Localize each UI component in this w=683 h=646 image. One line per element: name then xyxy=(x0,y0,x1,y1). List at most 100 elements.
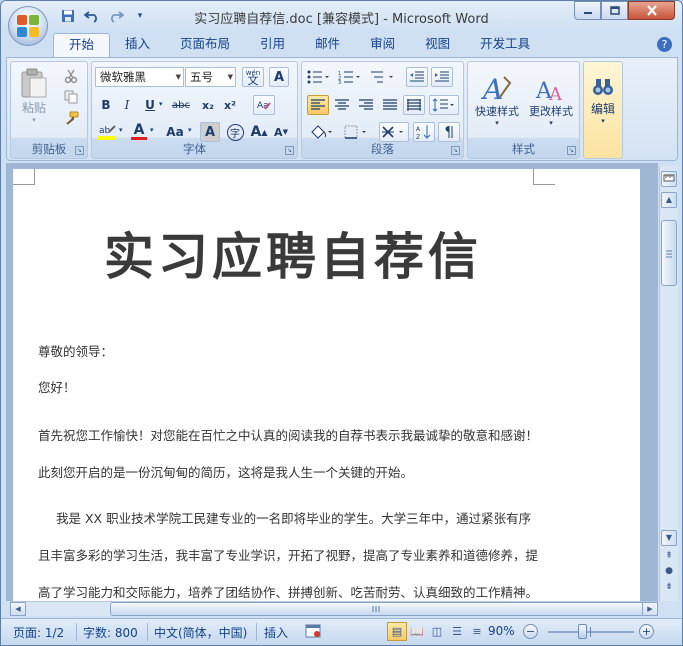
paragraph-salutation: 尊敬的领导： xyxy=(38,344,114,359)
minimize-icon[interactable] xyxy=(574,1,601,20)
tab-page-layout[interactable]: 页面布局 xyxy=(165,33,245,57)
strikethrough-button[interactable]: abc xyxy=(168,96,194,114)
paragraph-body: 首先祝您工作愉快！对您能在百忙之中认真的阅读我的自荐书表示我最诚挚的敬意和感谢！ xyxy=(38,428,539,443)
paragraph-body: 且丰富多彩的学习生活，我丰富了专业学识，开拓了视野，提高了专业素养和道德修养，提 xyxy=(38,548,539,563)
help-icon[interactable]: ? xyxy=(657,37,672,52)
styles-launcher-icon[interactable]: ↘ xyxy=(567,146,576,155)
bullets-icon[interactable] xyxy=(305,67,333,87)
scroll-left-icon[interactable]: ◀ xyxy=(10,602,26,616)
show-marks-icon[interactable] xyxy=(438,122,460,142)
next-page-icon[interactable]: ⇟ xyxy=(661,580,677,596)
subscript-button[interactable]: x₂ xyxy=(198,96,218,114)
align-left-icon[interactable] xyxy=(307,95,329,115)
chinese-layout-icon[interactable] xyxy=(379,122,409,142)
zoom-in-button[interactable]: + xyxy=(639,624,654,639)
print-layout-icon[interactable]: ▤ xyxy=(387,622,407,641)
paragraph-body: 高了学习能力和交际能力，培养了团结协作、拼搏创新、吃苦耐劳、认真细致的工作精神。 xyxy=(38,585,539,600)
highlight-icon[interactable]: ab xyxy=(97,122,119,142)
shading-icon[interactable] xyxy=(307,122,337,142)
tab-mailings[interactable]: 邮件 xyxy=(300,33,355,57)
web-layout-icon[interactable]: ◫ xyxy=(427,622,447,641)
window-controls xyxy=(574,1,675,20)
tab-developer[interactable]: 开发工具 xyxy=(465,33,545,57)
select-browse-object-icon[interactable]: ● xyxy=(661,564,677,580)
chevron-down-icon[interactable]: ▾ xyxy=(119,126,123,134)
clipboard-launcher-icon[interactable]: ↘ xyxy=(75,146,84,155)
document-area: 实习应聘自荐信 尊敬的领导： 您好！ 首先祝您工作愉快！对您能在百忙之中认真的阅… xyxy=(6,163,658,601)
chevron-down-icon[interactable]: ▾ xyxy=(159,100,163,108)
char-shading-button[interactable]: A xyxy=(200,122,220,142)
office-button[interactable] xyxy=(8,6,48,46)
change-case-button[interactable]: Aa xyxy=(162,122,188,142)
tab-review[interactable]: 审阅 xyxy=(355,33,410,57)
scroll-up-icon[interactable]: ▲ xyxy=(661,192,677,208)
tab-references[interactable]: 引用 xyxy=(245,33,300,57)
ruler-toggle-icon[interactable] xyxy=(661,171,677,187)
borders-icon[interactable] xyxy=(341,122,371,142)
zoom-level[interactable]: 90% xyxy=(488,624,515,638)
tab-view[interactable]: 视图 xyxy=(410,33,465,57)
draft-view-icon[interactable]: ≡ xyxy=(467,622,487,641)
superscript-button[interactable]: x² xyxy=(220,96,240,114)
editing-button[interactable]: 编辑 ▾ xyxy=(586,65,620,137)
full-screen-reading-icon[interactable]: 📖 xyxy=(407,622,427,641)
format-painter-icon[interactable] xyxy=(61,109,81,127)
document-page[interactable]: 实习应聘自荐信 尊敬的领导： 您好！ 首先祝您工作愉快！对您能在百忙之中认真的阅… xyxy=(13,169,640,601)
tab-insert[interactable]: 插入 xyxy=(110,33,165,57)
enclose-chars-button[interactable]: 字 xyxy=(225,122,245,142)
copy-icon[interactable] xyxy=(61,88,81,106)
word-count[interactable]: 字数: 800 xyxy=(83,624,138,641)
chevron-down-icon[interactable]: ▾ xyxy=(150,126,154,134)
italic-button[interactable]: I xyxy=(118,96,136,114)
font-name-combo[interactable]: 微软雅黑 ▼ xyxy=(95,67,184,87)
align-center-icon[interactable] xyxy=(331,95,353,115)
insert-mode[interactable]: 插入 xyxy=(264,624,288,641)
close-icon[interactable] xyxy=(628,1,675,20)
editing-label: 编辑 xyxy=(590,102,615,116)
paragraph-launcher-icon[interactable]: ↘ xyxy=(451,146,460,155)
chevron-down-icon[interactable]: ▾ xyxy=(188,126,192,134)
macro-record-icon[interactable] xyxy=(305,624,321,642)
cut-icon[interactable] xyxy=(61,67,81,85)
multilevel-list-icon[interactable] xyxy=(368,67,398,87)
shrink-font-button[interactable]: A ▼ xyxy=(271,122,291,142)
paste-label: 粘贴 xyxy=(21,100,46,115)
paste-button[interactable]: 粘贴 ▾ xyxy=(15,65,53,125)
grow-font-button[interactable]: A ▲ xyxy=(249,122,269,142)
numbering-icon[interactable]: 123 xyxy=(336,67,364,87)
justify-icon[interactable] xyxy=(379,95,401,115)
outline-view-icon[interactable]: ☰ xyxy=(447,622,467,641)
zoom-slider-thumb[interactable] xyxy=(578,624,587,639)
quick-styles-button[interactable]: A 快速样式 ▾ xyxy=(470,65,524,135)
horizontal-scrollbar-thumb[interactable] xyxy=(110,602,644,616)
zoom-slider-track[interactable] xyxy=(548,631,634,633)
font-color-button[interactable]: A xyxy=(129,122,149,142)
bold-button[interactable]: B xyxy=(97,96,115,114)
zoom-out-button[interactable]: − xyxy=(523,624,538,639)
page-count[interactable]: 页面: 1/2 xyxy=(13,624,64,641)
align-right-icon[interactable] xyxy=(355,95,377,115)
maximize-icon[interactable] xyxy=(601,1,628,20)
horizontal-scrollbar[interactable]: ◀ ▶ xyxy=(10,601,658,616)
char-border-button[interactable]: A xyxy=(269,67,289,87)
scroll-right-icon[interactable]: ▶ xyxy=(642,602,658,616)
underline-button[interactable]: U xyxy=(141,96,159,114)
previous-page-icon[interactable]: ⇞ xyxy=(661,549,677,565)
phonetic-guide-button[interactable]: wén 文 xyxy=(242,67,264,87)
status-divider xyxy=(76,623,77,641)
vertical-scrollbar[interactable]: ▲ ▼ ⇞ ● ⇟ xyxy=(659,166,678,601)
font-launcher-icon[interactable]: ↘ xyxy=(285,146,294,155)
distributed-icon[interactable] xyxy=(403,95,425,115)
decrease-indent-icon[interactable] xyxy=(406,67,428,87)
change-styles-button[interactable]: AA 更改样式 ▾ xyxy=(524,65,578,135)
clear-formatting-icon[interactable]: Aa xyxy=(253,95,275,115)
tab-home[interactable]: 开始 xyxy=(53,33,111,57)
ribbon: 粘贴 ▾ 剪贴板 ↘ 微软雅黑 ▼ 五号 ▼ wén 文 A B I U ▾ a… xyxy=(6,57,678,161)
sort-icon[interactable]: AZ xyxy=(413,122,435,142)
line-spacing-icon[interactable] xyxy=(429,95,459,115)
scrollbar-thumb[interactable] xyxy=(661,220,677,286)
increase-indent-icon[interactable] xyxy=(431,67,453,87)
font-size-combo[interactable]: 五号 ▼ xyxy=(185,67,236,87)
scroll-down-icon[interactable]: ▼ xyxy=(661,530,677,546)
language-indicator[interactable]: 中文(简体，中国) xyxy=(154,624,247,641)
